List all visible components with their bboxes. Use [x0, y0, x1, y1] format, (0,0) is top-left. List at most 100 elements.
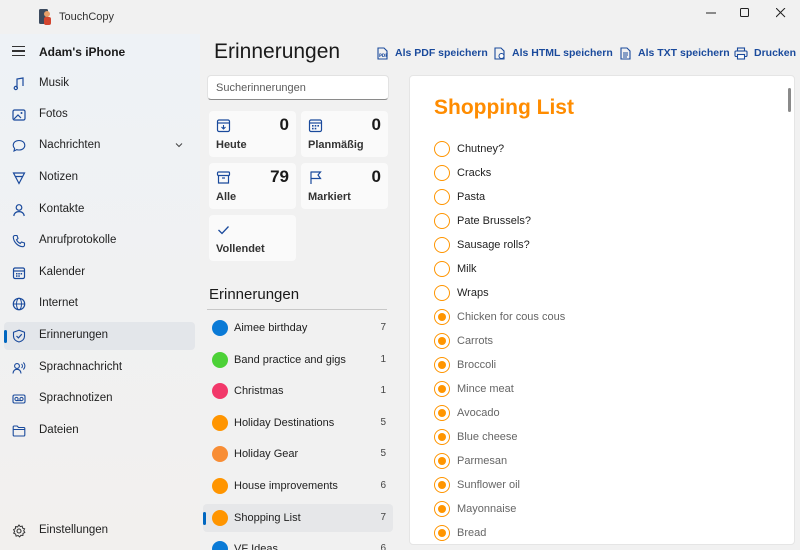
flagged-count: 0 — [371, 167, 381, 186]
sidebar-item-label: Musik — [39, 77, 70, 89]
sidebar-item-kalender[interactable]: Kalender — [4, 259, 195, 287]
sidebar-item-einstellungen[interactable]: Einstellungen — [4, 517, 195, 545]
sidebar-item-sprachnachricht[interactable]: Sprachnachricht — [4, 354, 195, 382]
sidebar-item-label: Sprachnotizen — [39, 392, 113, 404]
sidebar-item-musik[interactable]: Musik — [4, 70, 195, 98]
list-name: VF Ideas — [234, 543, 279, 550]
reminder-text: Pate Brussels? — [457, 215, 531, 227]
checkbox[interactable] — [434, 285, 450, 301]
completed-checkbox[interactable] — [434, 501, 450, 517]
save-txt-label: Als TXT speichern — [638, 47, 730, 59]
card-all[interactable]: 79 Alle — [209, 163, 296, 209]
card-today[interactable]: 0 Heute — [209, 111, 296, 157]
checkbox[interactable] — [434, 237, 450, 253]
completed-checkbox[interactable] — [434, 381, 450, 397]
divider — [207, 309, 387, 310]
completed-checkbox[interactable] — [434, 309, 450, 325]
list-item[interactable]: VF Ideas 6 — [203, 535, 393, 550]
list-item[interactable]: Band practice and gigs 1 — [203, 346, 393, 374]
save-txt-button[interactable]: Als TXT speichern — [619, 44, 730, 62]
checkbox[interactable] — [434, 141, 450, 157]
sidebar-item-fotos[interactable]: Fotos — [4, 101, 195, 129]
sidebar-item-kontakte[interactable]: Kontakte — [4, 196, 195, 224]
list-name: Aimee birthday — [234, 322, 308, 334]
save-html-button[interactable]: Als HTML speichern — [493, 44, 613, 62]
list-item[interactable]: Holiday Destinations 5 — [203, 409, 393, 437]
flag-icon — [310, 171, 322, 184]
save-pdf-button[interactable]: PDF Als PDF speichern — [376, 44, 488, 62]
checkmark-icon — [218, 226, 229, 235]
close-button[interactable] — [764, 0, 798, 26]
checkbox[interactable] — [434, 165, 450, 181]
card-flagged[interactable]: 0 Markiert — [301, 163, 388, 209]
scheduled-count: 0 — [371, 115, 381, 134]
sidebar-item-label: Notizen — [39, 171, 78, 183]
list-name: Holiday Gear — [234, 448, 299, 461]
reminder-text: Mince meat — [457, 383, 514, 395]
sidebar-item-notizen[interactable]: Notizen — [4, 164, 195, 192]
minimize-button[interactable] — [694, 0, 728, 26]
completed-checkbox[interactable] — [434, 525, 450, 541]
reminder-text: Broccoli — [457, 359, 497, 371]
sidebar-item-internet[interactable]: Internet — [4, 290, 195, 318]
archive-icon — [216, 171, 231, 184]
reminder-text: Cracks — [457, 167, 492, 179]
html-file-icon — [494, 46, 505, 60]
list-item[interactable]: Shopping List 7 — [203, 503, 393, 532]
search-input[interactable]: Sucherinnerungen — [207, 75, 389, 100]
maximize-button[interactable] — [728, 0, 762, 26]
sidebar: Adam's iPhone Musik Fotos Nachrichten No… — [0, 34, 200, 550]
sidebar-item-anrufprotokolle[interactable]: Anrufprotokolle — [4, 227, 195, 255]
reminder-text: Parmesan — [457, 455, 508, 467]
globe-icon — [12, 297, 26, 311]
reminder-item: Carrots — [434, 331, 764, 353]
list-color-dot — [212, 478, 228, 494]
card-completed[interactable]: Vollendet — [209, 215, 296, 261]
page-title: Erinnerungen — [214, 40, 341, 63]
sidebar-item-dateien[interactable]: Dateien — [4, 417, 195, 445]
list-item[interactable]: House improvements 6 — [203, 472, 393, 500]
reminder-item: Broccoli — [434, 355, 764, 377]
reminder-item: Sunflower oil — [434, 475, 764, 497]
hamburger-menu-icon[interactable] — [12, 46, 25, 57]
list-name: Christmas — [234, 385, 284, 398]
completed-checkbox[interactable] — [434, 357, 450, 373]
list-item[interactable]: Christmas 1 — [203, 377, 393, 405]
completed-checkbox[interactable] — [434, 453, 450, 469]
completed-checkbox[interactable] — [434, 429, 450, 445]
reminder-item: Sausage rolls? — [434, 235, 764, 257]
reminder-item: Milk — [434, 259, 764, 281]
completed-checkbox[interactable] — [434, 333, 450, 349]
chevron-down-icon[interactable] — [175, 141, 183, 149]
sidebar-item-label: Sprachnachricht — [39, 361, 123, 373]
save-pdf-label: Als PDF speichern — [395, 47, 488, 59]
completed-checkbox[interactable] — [434, 477, 450, 493]
sidebar-item-label: Fotos — [39, 108, 68, 120]
checkbox[interactable] — [434, 189, 450, 205]
reminder-item: Cracks — [434, 163, 764, 185]
sidebar-item-nachrichten[interactable]: Nachrichten — [4, 132, 195, 160]
today-icon — [216, 119, 231, 133]
list-item[interactable]: Holiday Gear 5 — [203, 440, 393, 468]
list-name: House improvements — [234, 480, 338, 492]
sidebar-item-erinnerungen[interactable]: Erinnerungen — [4, 322, 195, 350]
checkbox[interactable] — [434, 213, 450, 229]
save-html-label: Als HTML speichern — [512, 47, 613, 59]
reminder-text: Bread — [457, 527, 487, 539]
list-count: 5 — [380, 448, 386, 460]
sidebar-item-label: Erinnerungen — [39, 329, 109, 341]
minimize-icon — [706, 12, 716, 14]
card-scheduled[interactable]: 0 Planmäßig — [301, 111, 388, 157]
reminder-text: Chicken for cous cous — [457, 311, 566, 323]
calendar-icon — [12, 267, 26, 280]
print-button[interactable]: Drucken — [734, 44, 796, 62]
list-name: Holiday Destinations — [234, 416, 335, 429]
scrollbar[interactable] — [788, 88, 791, 112]
reminder-text: Milk — [457, 263, 477, 275]
checkbox[interactable] — [434, 261, 450, 277]
completed-checkbox[interactable] — [434, 405, 450, 421]
sidebar-item-sprachnotizen[interactable]: Sprachnotizen — [4, 385, 195, 413]
list-name: Shopping List — [234, 511, 301, 524]
list-item[interactable]: Aimee birthday 7 — [203, 314, 393, 342]
pdf-file-icon: PDF — [377, 46, 388, 60]
